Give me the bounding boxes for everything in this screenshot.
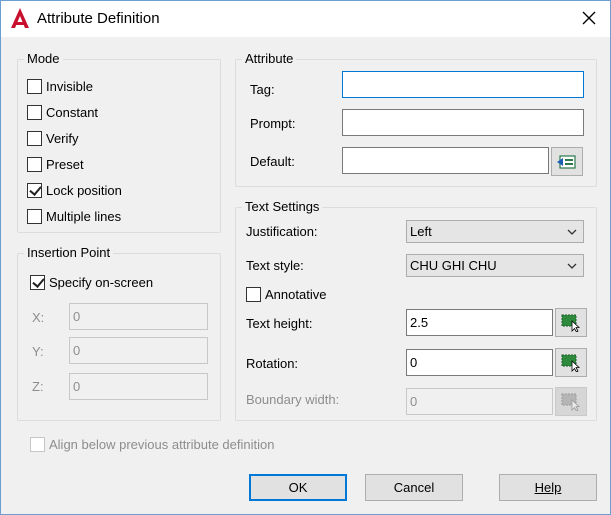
ok-button[interactable]: OK <box>249 474 347 501</box>
text-height-label: Text height: <box>246 316 313 331</box>
verify-label: Verify <box>46 130 79 146</box>
constant-checkbox[interactable]: Constant <box>27 103 98 121</box>
chevron-down-icon <box>567 229 577 235</box>
constant-label: Constant <box>46 104 99 120</box>
annotative-checkbox[interactable]: Annotative <box>246 285 326 303</box>
preset-label: Preset <box>46 156 84 172</box>
pick-height-button[interactable] <box>555 308 587 337</box>
insert-field-button[interactable] <box>551 147 583 176</box>
annotative-checkbox-box[interactable] <box>246 286 261 302</box>
justification-select[interactable]: Left <box>406 220 584 243</box>
lock-position-checkbox[interactable]: Lock position <box>27 181 122 199</box>
specify-on-screen-checkbox-box[interactable] <box>30 274 45 290</box>
specify-on-screen-checkbox[interactable]: Specify on-screen <box>30 273 153 291</box>
tag-input[interactable] <box>342 71 584 98</box>
autocad-icon <box>11 8 29 28</box>
tag-label: Tag: <box>250 82 275 97</box>
preset-checkbox-box[interactable] <box>27 156 42 172</box>
mode-group-label: Mode <box>24 52 63 66</box>
pick-point-icon <box>561 354 581 372</box>
close-icon <box>582 11 596 25</box>
boundary-width-label: Boundary width: <box>246 392 340 407</box>
prompt-label: Prompt: <box>250 116 296 131</box>
x-label: X: <box>32 310 45 325</box>
invisible-checkbox-box[interactable] <box>27 78 42 94</box>
z-field[interactable]: 0 <box>69 373 208 400</box>
pick-point-icon <box>561 314 581 332</box>
rotation-input[interactable]: 0 <box>406 349 553 376</box>
default-input[interactable] <box>342 147 549 174</box>
text-style-value: CHU GHI CHU <box>410 258 497 273</box>
align-below-label: Align below previous attribute definitio… <box>49 436 275 452</box>
y-field[interactable]: 0 <box>69 337 208 364</box>
cancel-button[interactable]: Cancel <box>365 474 463 501</box>
x-field[interactable]: 0 <box>69 303 208 330</box>
pick-point-icon <box>561 393 581 411</box>
lock-position-label: Lock position <box>46 182 122 198</box>
pick-boundary-button[interactable] <box>555 387 587 416</box>
lock-position-checkbox-box[interactable] <box>27 182 42 198</box>
text-style-select[interactable]: CHU GHI CHU <box>406 254 584 277</box>
insert-field-icon <box>557 154 576 169</box>
multiple-lines-label: Multiple lines <box>46 208 122 224</box>
y-label: Y: <box>32 344 44 359</box>
verify-checkbox[interactable]: Verify <box>27 129 79 147</box>
insertion-point-group-label: Insertion Point <box>24 246 114 260</box>
align-below-checkbox[interactable]: Align below previous attribute definitio… <box>30 435 274 453</box>
window-title: Attribute Definition <box>37 10 160 27</box>
close-button[interactable] <box>574 5 604 31</box>
text-style-label: Text style: <box>246 258 304 273</box>
rotation-label: Rotation: <box>246 356 299 371</box>
justification-label: Justification: <box>246 224 318 239</box>
preset-checkbox[interactable]: Preset <box>27 155 84 173</box>
justification-value: Left <box>410 224 432 239</box>
pick-rotation-button[interactable] <box>555 348 587 377</box>
default-label: Default: <box>250 154 295 169</box>
chevron-down-icon <box>567 263 577 269</box>
verify-checkbox-box[interactable] <box>27 130 42 146</box>
boundary-width-input[interactable]: 0 <box>406 388 553 415</box>
title-bar: Attribute Definition <box>1 1 610 37</box>
attribute-definition-dialog: Attribute Definition Mode Invisible Cons… <box>0 0 611 515</box>
invisible-label: Invisible <box>46 78 93 94</box>
help-button[interactable]: Help <box>499 474 597 501</box>
prompt-input[interactable] <box>342 109 584 136</box>
multiple-lines-checkbox-box[interactable] <box>27 208 42 224</box>
z-label: Z: <box>32 379 44 394</box>
attribute-group-label: Attribute <box>242 52 297 66</box>
text-height-input[interactable]: 2.5 <box>406 309 553 336</box>
constant-checkbox-box[interactable] <box>27 104 42 120</box>
align-below-checkbox-box[interactable] <box>30 436 45 452</box>
text-settings-group-label: Text Settings <box>242 200 323 214</box>
multiple-lines-checkbox[interactable]: Multiple lines <box>27 207 121 225</box>
invisible-checkbox[interactable]: Invisible <box>27 77 93 95</box>
specify-on-screen-label: Specify on-screen <box>49 274 154 290</box>
annotative-label: Annotative <box>265 286 327 302</box>
